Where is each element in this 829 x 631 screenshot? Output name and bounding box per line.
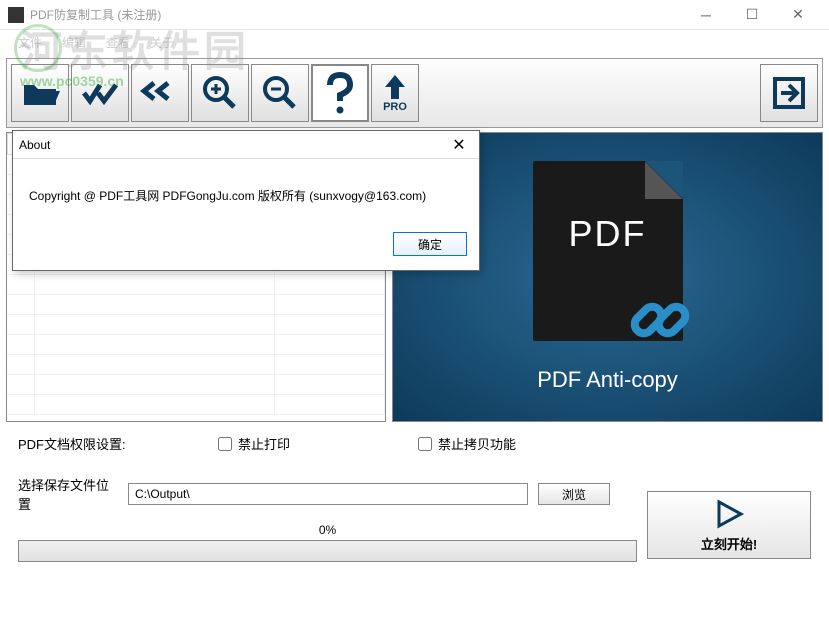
list-item[interactable] [7,375,385,395]
menu-view[interactable]: 查看 [96,32,140,53]
pro-button[interactable]: PRO [371,64,419,122]
exit-icon [769,73,809,113]
disable-copy-label: 禁止拷贝功能 [438,434,516,453]
open-folder-icon [20,77,60,109]
window-controls: ─ ☐ ✕ [683,0,821,30]
list-item[interactable] [7,275,385,295]
list-item[interactable] [7,315,385,335]
undo-icon [140,77,180,109]
progress-area: 0% [18,517,637,562]
browse-button[interactable]: 浏览 [538,483,610,505]
maximize-button[interactable]: ☐ [729,0,775,30]
disable-print-checkbox[interactable] [218,437,232,451]
close-button[interactable]: ✕ [775,0,821,30]
undo-button[interactable] [131,64,189,122]
permissions-label: PDF文档权限设置: [18,434,218,453]
menubar: 文件 编辑 查看 关于 [0,30,829,54]
pro-label: PRO [383,101,407,113]
preview-caption: PDF Anti-copy [537,367,678,393]
output-label: 选择保存文件位置 [18,475,118,513]
pdf-label: PDF [533,213,683,255]
disable-print-label: 禁止打印 [238,434,290,453]
list-item[interactable] [7,295,385,315]
open-button[interactable] [11,64,69,122]
start-button[interactable]: 立刻开始! [647,491,811,559]
dialog-close-button[interactable]: ✕ [445,135,473,155]
app-icon [8,7,24,23]
titlebar: PDF防复制工具 (未注册) ─ ☐ ✕ [0,0,829,30]
settings-area: PDF文档权限设置: 禁止打印 禁止拷贝功能 [0,422,829,475]
menu-edit[interactable]: 编辑 [52,32,96,53]
window-title: PDF防复制工具 (未注册) [30,6,683,23]
zoom-in-icon [200,73,240,113]
dialog-ok-button[interactable]: 确定 [393,232,467,256]
select-all-button[interactable] [71,64,129,122]
minimize-button[interactable]: ─ [683,0,729,30]
play-icon [713,498,745,530]
exit-button[interactable] [760,64,818,122]
dialog-header[interactable]: About ✕ [13,131,479,159]
menu-about[interactable]: 关于 [140,32,184,53]
progress-bar [18,540,637,562]
pro-upgrade-icon: PRO [381,73,409,113]
menu-file[interactable]: 文件 [8,32,52,53]
list-item[interactable] [7,355,385,375]
chain-link-icon [625,283,695,353]
help-button[interactable] [311,64,369,122]
output-path-input[interactable] [128,483,528,505]
start-button-label: 立刻开始! [701,534,757,553]
toolbar: PRO [6,58,823,128]
dialog-body: Copyright @ PDF工具网 PDFGongJu.com 版权所有 (s… [13,159,479,224]
bottom-area: 0% 立刻开始! [0,513,829,574]
dialog-title: About [19,138,445,152]
list-item[interactable] [7,335,385,355]
pdf-file-icon: PDF [533,161,683,341]
disable-copy-checkbox[interactable] [418,437,432,451]
about-dialog: About ✕ Copyright @ PDF工具网 PDFGongJu.com… [12,130,480,271]
zoom-out-button[interactable] [251,64,309,122]
progress-percent: 0% [18,523,637,537]
select-all-icon [80,77,120,109]
list-item[interactable] [7,395,385,415]
zoom-out-icon [260,73,300,113]
help-icon [322,71,358,115]
zoom-in-button[interactable] [191,64,249,122]
